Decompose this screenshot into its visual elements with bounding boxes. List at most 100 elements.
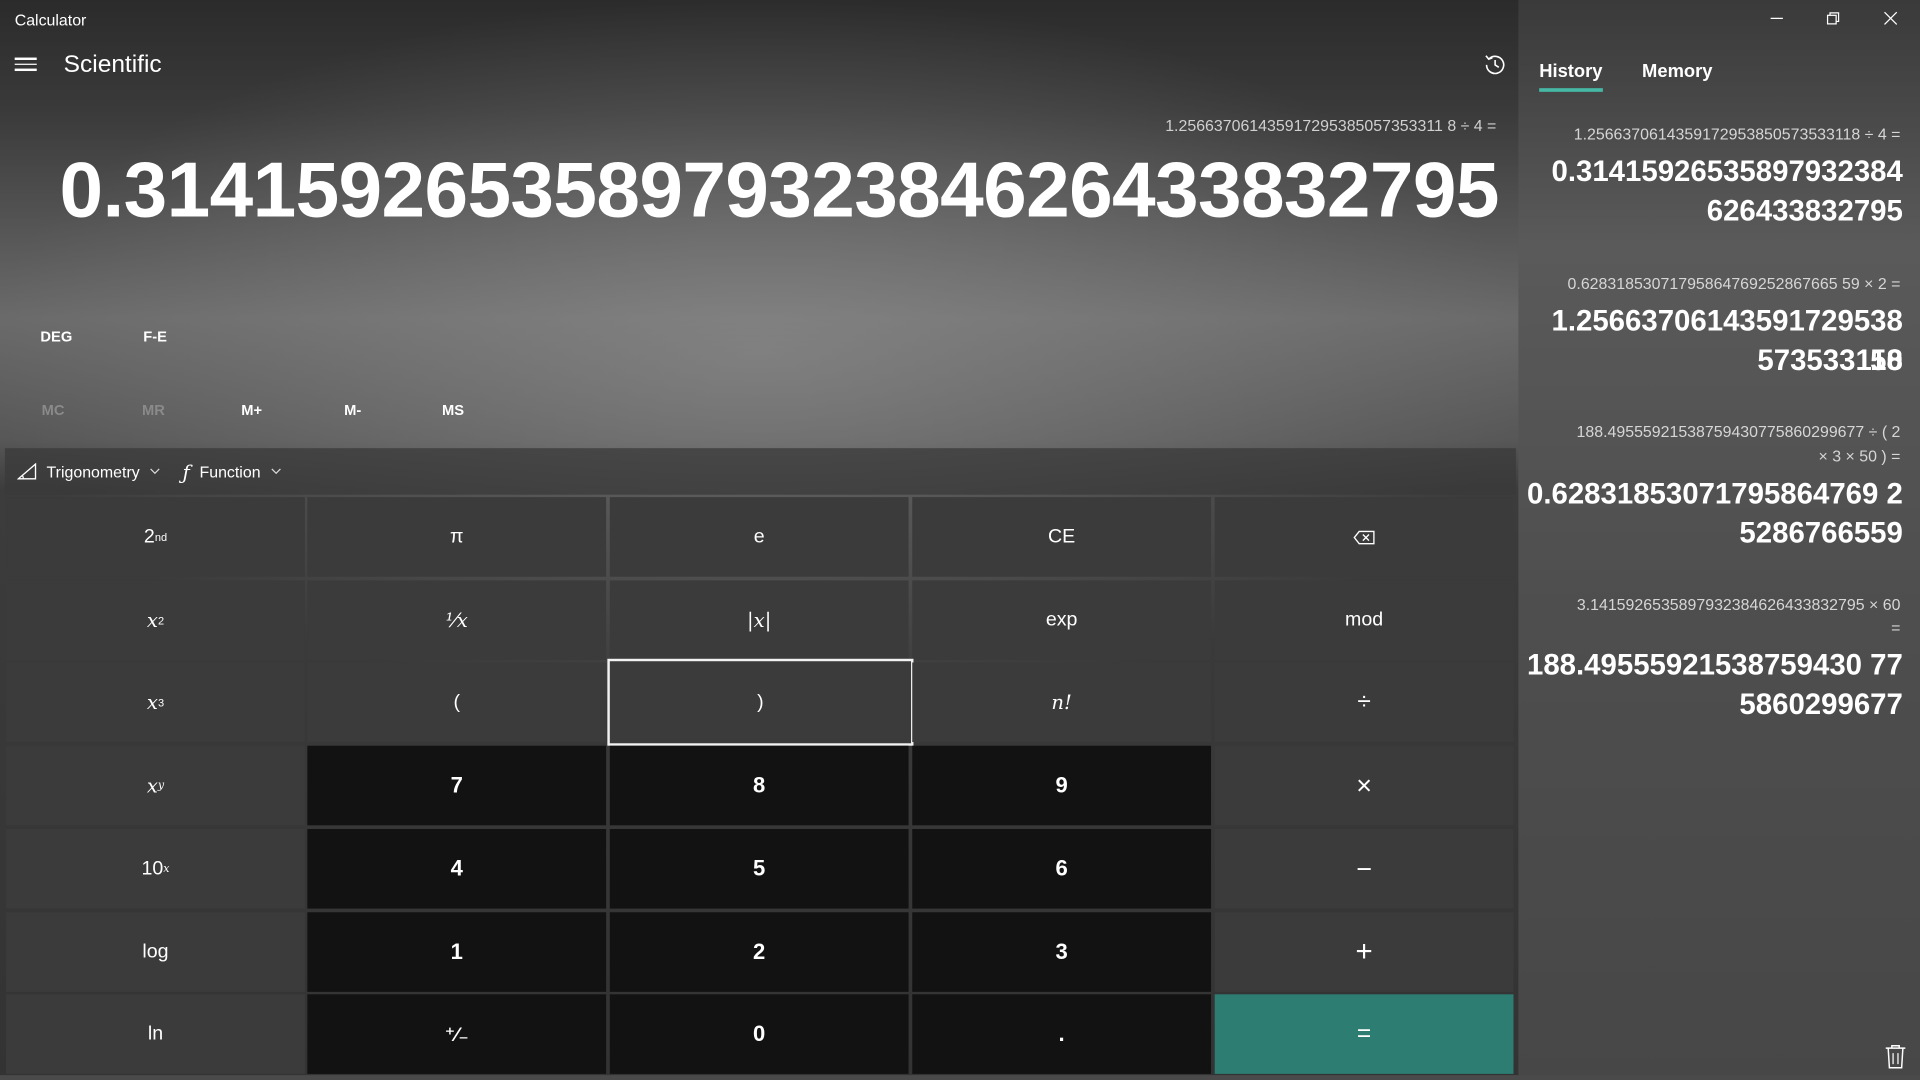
history-expression: × 3 × 50 ) = [1818, 446, 1901, 466]
clear-entry-button[interactable]: CE [912, 497, 1212, 577]
window-title: Calculator [14, 11, 87, 30]
subtract-button[interactable]: − [1214, 828, 1514, 909]
memory-store-button[interactable]: MS [442, 402, 464, 419]
restore-icon [1826, 10, 1841, 30]
history-expression: 1.2566370614359172953850573533118 ÷ 4 = [1573, 124, 1901, 144]
active-tab-indicator [1539, 88, 1603, 92]
digit-6-button[interactable]: 6 [912, 828, 1212, 909]
factorial-label: n! [1051, 690, 1072, 714]
close-button[interactable] [1862, 0, 1918, 39]
history-result-line: 5860299677 [1739, 688, 1903, 722]
power-button[interactable]: xy [6, 745, 305, 826]
mod-button[interactable]: mod [1214, 580, 1514, 661]
trigonometry-icon [17, 462, 37, 480]
euler-button[interactable]: e [609, 497, 909, 577]
hamburger-icon-line [14, 57, 37, 60]
negate-button[interactable]: ⁺∕₋ [307, 994, 607, 1074]
second-function-button[interactable]: 2nd [6, 497, 305, 577]
chevron-down-icon [150, 465, 161, 478]
calculator-mode-title: Scientific [63, 51, 162, 79]
backspace-icon [1353, 530, 1375, 544]
close-paren-button[interactable]: ) [607, 658, 914, 746]
digit-7-button[interactable]: 7 [307, 745, 607, 826]
memory-add-button[interactable]: M+ [241, 402, 262, 419]
digit-8-button[interactable]: 8 [609, 745, 909, 826]
history-button[interactable] [1482, 51, 1509, 78]
pi-button[interactable]: π [307, 497, 607, 577]
power-sup: y [157, 779, 165, 792]
digit-2-button[interactable]: 2 [609, 912, 909, 992]
natural-log-button[interactable]: ln [6, 994, 305, 1074]
digit-9-button[interactable]: 9 [912, 745, 1212, 826]
factorial-button[interactable]: n! [912, 662, 1212, 743]
second-label: 2 [143, 525, 155, 547]
exp-button[interactable]: exp [912, 580, 1212, 661]
add-button[interactable]: + [1214, 912, 1514, 992]
clear-history-button[interactable] [1883, 1043, 1907, 1070]
digit-5-button[interactable]: 5 [609, 828, 909, 909]
memory-clear-button[interactable]: MC [42, 402, 65, 419]
history-icon [1485, 55, 1505, 75]
function-toolbar: Trigonometry ƒ Function [4, 448, 1516, 495]
second-sup: nd [154, 530, 168, 544]
memory-recall-button[interactable]: MR [142, 402, 165, 419]
expression-text: 1.256637061435917295385057353311 8 ÷ 4 = [1165, 116, 1497, 135]
title-bar: Calculator [0, 0, 1920, 39]
trigonometry-label: Trigonometry [46, 462, 140, 481]
open-paren-button[interactable]: ( [307, 662, 607, 743]
cube-button[interactable]: x3 [6, 662, 305, 743]
ten-power-sup: x [163, 862, 170, 875]
digit-3-button[interactable]: 3 [912, 912, 1212, 992]
history-expression: = [1891, 618, 1901, 637]
log-button[interactable]: log [6, 912, 305, 992]
history-result-line: 0.31415926535897932384 [1551, 155, 1903, 189]
minimize-button[interactable] [1749, 0, 1805, 39]
calculator-window: Calculator Scientific 1.2566370614359172… [0, 0, 1920, 1080]
history-expression: 3.1415926535897932384626433832795 × 60 [1576, 595, 1901, 614]
history-result-line: 5286766559 [1739, 516, 1903, 550]
fe-notation-button[interactable]: F-E [143, 328, 167, 345]
ten-power-base: 10 [141, 857, 164, 879]
cube-base: x [146, 690, 158, 714]
history-result-line: 188.49555921538759430 77 [1526, 648, 1903, 683]
navigation-menu-button[interactable] [14, 54, 37, 74]
close-icon [1883, 10, 1898, 30]
function-dropdown[interactable]: ƒ Function [182, 448, 281, 495]
memory-subtract-button[interactable]: M- [344, 402, 361, 419]
bottom-edge [0, 1075, 1920, 1080]
absolute-value-button[interactable]: |x| [609, 580, 909, 661]
multiply-button[interactable]: × [1214, 745, 1514, 826]
hamburger-icon-line [14, 68, 37, 71]
digit-0-button[interactable]: 0 [609, 994, 909, 1074]
history-expression: 188.49555921538759430775860299677 ÷ ( 2 [1576, 422, 1901, 441]
ten-power-button[interactable]: 10 x [6, 828, 305, 909]
angle-unit-button[interactable]: DEG [40, 328, 72, 345]
backspace-button[interactable] [1214, 497, 1514, 577]
square-sup: 2 [157, 614, 165, 627]
digit-4-button[interactable]: 4 [307, 828, 607, 909]
history-result-line: 0.62831853071795864769 2 [1526, 477, 1903, 511]
reciprocal-button[interactable]: ⅟x [307, 580, 607, 661]
power-base: x [146, 773, 158, 798]
history-result-line: 626433832795 [1706, 194, 1903, 228]
decimal-button[interactable]: . [912, 994, 1212, 1074]
result-display: 0.31415926535897932384626433832795 [59, 145, 1500, 234]
expression-display: 1.256637061435917295385057353311 8 ÷ 4 = [1165, 116, 1496, 134]
cube-sup: 3 [157, 696, 165, 709]
divide-button[interactable]: ÷ [1214, 662, 1514, 743]
square-button[interactable]: x2 [6, 580, 305, 661]
tab-history[interactable]: History [1539, 61, 1602, 82]
restore-button[interactable] [1805, 0, 1861, 39]
chevron-down-icon [270, 465, 281, 478]
abs-label: |x| [747, 608, 772, 632]
trash-icon [1885, 1044, 1906, 1069]
trigonometry-dropdown[interactable]: Trigonometry [17, 448, 160, 495]
function-icon: ƒ [182, 459, 190, 484]
digit-1-button[interactable]: 1 [307, 912, 607, 992]
square-base: x [146, 608, 158, 632]
tab-memory[interactable]: Memory [1642, 61, 1712, 82]
history-result-line: 573533118 [1757, 344, 1903, 378]
function-label: Function [199, 462, 261, 481]
reciprocal-label: ⅟x [445, 608, 468, 632]
equals-button[interactable]: = [1214, 994, 1514, 1074]
